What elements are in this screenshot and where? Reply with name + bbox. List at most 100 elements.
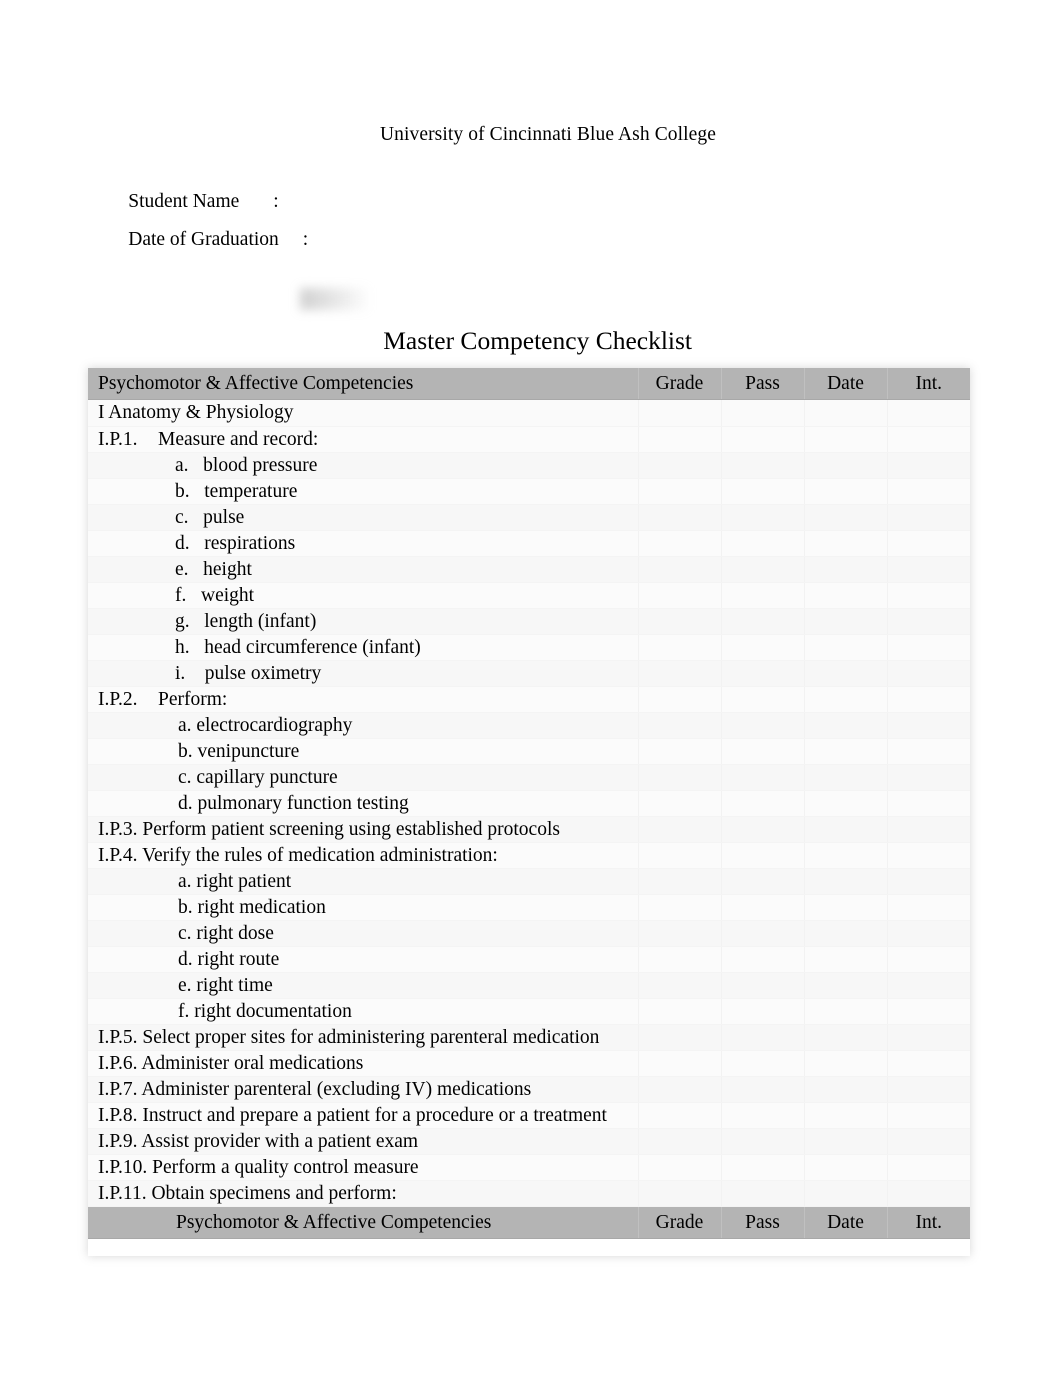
date-cell[interactable]: [804, 894, 888, 921]
int-cell[interactable]: [887, 868, 970, 895]
int-cell[interactable]: [887, 556, 970, 583]
grade-cell[interactable]: [638, 1154, 722, 1181]
date-cell[interactable]: [804, 478, 888, 505]
date-cell[interactable]: [804, 452, 888, 479]
date-cell[interactable]: [804, 1180, 888, 1207]
date-cell[interactable]: [804, 686, 888, 713]
int-cell[interactable]: [887, 1102, 970, 1129]
date-cell[interactable]: [804, 530, 888, 557]
grade-cell[interactable]: [638, 530, 722, 557]
grade-cell[interactable]: [638, 842, 722, 869]
int-cell[interactable]: [887, 842, 970, 869]
int-cell[interactable]: [887, 1154, 970, 1181]
pass-cell[interactable]: [721, 1024, 805, 1051]
int-cell[interactable]: [887, 1180, 970, 1207]
grade-cell[interactable]: [638, 1180, 722, 1207]
int-cell[interactable]: [887, 1076, 970, 1103]
int-cell[interactable]: [887, 764, 970, 791]
date-cell[interactable]: [804, 1102, 888, 1129]
date-cell[interactable]: [804, 712, 888, 739]
grade-cell[interactable]: [638, 426, 722, 453]
grade-cell[interactable]: [638, 608, 722, 635]
int-cell[interactable]: [887, 1024, 970, 1051]
grade-cell[interactable]: [638, 1024, 722, 1051]
pass-cell[interactable]: [721, 998, 805, 1025]
pass-cell[interactable]: [721, 1154, 805, 1181]
int-cell[interactable]: [887, 816, 970, 843]
grade-cell[interactable]: [638, 1102, 722, 1129]
grade-cell[interactable]: [638, 478, 722, 505]
pass-cell[interactable]: [721, 634, 805, 661]
date-cell[interactable]: [804, 946, 888, 973]
pass-cell[interactable]: [721, 556, 805, 583]
int-cell[interactable]: [887, 426, 970, 453]
date-cell[interactable]: [804, 764, 888, 791]
int-cell[interactable]: [887, 478, 970, 505]
grade-cell[interactable]: [638, 790, 722, 817]
int-cell[interactable]: [887, 972, 970, 999]
section-int-cell[interactable]: [887, 399, 970, 427]
int-cell[interactable]: [887, 998, 970, 1025]
date-cell[interactable]: [804, 1128, 888, 1155]
pass-cell[interactable]: [721, 738, 805, 765]
int-cell[interactable]: [887, 1050, 970, 1077]
grade-cell[interactable]: [638, 504, 722, 531]
grade-cell[interactable]: [638, 894, 722, 921]
int-cell[interactable]: [887, 1128, 970, 1155]
date-cell[interactable]: [804, 1076, 888, 1103]
int-cell[interactable]: [887, 582, 970, 609]
pass-cell[interactable]: [721, 790, 805, 817]
pass-cell[interactable]: [721, 712, 805, 739]
date-cell[interactable]: [804, 738, 888, 765]
section-grade-cell[interactable]: [638, 399, 722, 427]
section-date-cell[interactable]: [804, 399, 888, 427]
pass-cell[interactable]: [721, 868, 805, 895]
pass-cell[interactable]: [721, 946, 805, 973]
date-cell[interactable]: [804, 920, 888, 947]
int-cell[interactable]: [887, 504, 970, 531]
int-cell[interactable]: [887, 608, 970, 635]
date-cell[interactable]: [804, 634, 888, 661]
grade-cell[interactable]: [638, 660, 722, 687]
int-cell[interactable]: [887, 920, 970, 947]
pass-cell[interactable]: [721, 1128, 805, 1155]
grade-cell[interactable]: [638, 946, 722, 973]
int-cell[interactable]: [887, 894, 970, 921]
pass-cell[interactable]: [721, 1102, 805, 1129]
int-cell[interactable]: [887, 452, 970, 479]
grade-cell[interactable]: [638, 764, 722, 791]
pass-cell[interactable]: [721, 920, 805, 947]
pass-cell[interactable]: [721, 972, 805, 999]
pass-cell[interactable]: [721, 842, 805, 869]
date-cell[interactable]: [804, 426, 888, 453]
pass-cell[interactable]: [721, 1180, 805, 1207]
pass-cell[interactable]: [721, 530, 805, 557]
date-cell[interactable]: [804, 660, 888, 687]
pass-cell[interactable]: [721, 608, 805, 635]
grade-cell[interactable]: [638, 1128, 722, 1155]
grade-cell[interactable]: [638, 556, 722, 583]
grade-cell[interactable]: [638, 738, 722, 765]
pass-cell[interactable]: [721, 660, 805, 687]
int-cell[interactable]: [887, 634, 970, 661]
date-cell[interactable]: [804, 790, 888, 817]
grade-cell[interactable]: [638, 868, 722, 895]
pass-cell[interactable]: [721, 452, 805, 479]
date-cell[interactable]: [804, 816, 888, 843]
grade-cell[interactable]: [638, 686, 722, 713]
section-pass-cell[interactable]: [721, 399, 805, 427]
grade-cell[interactable]: [638, 1076, 722, 1103]
pass-cell[interactable]: [721, 582, 805, 609]
date-cell[interactable]: [804, 582, 888, 609]
date-cell[interactable]: [804, 608, 888, 635]
grade-cell[interactable]: [638, 998, 722, 1025]
date-cell[interactable]: [804, 1050, 888, 1077]
int-cell[interactable]: [887, 660, 970, 687]
pass-cell[interactable]: [721, 1076, 805, 1103]
date-cell[interactable]: [804, 1024, 888, 1051]
pass-cell[interactable]: [721, 504, 805, 531]
date-cell[interactable]: [804, 868, 888, 895]
date-cell[interactable]: [804, 972, 888, 999]
int-cell[interactable]: [887, 530, 970, 557]
grade-cell[interactable]: [638, 582, 722, 609]
